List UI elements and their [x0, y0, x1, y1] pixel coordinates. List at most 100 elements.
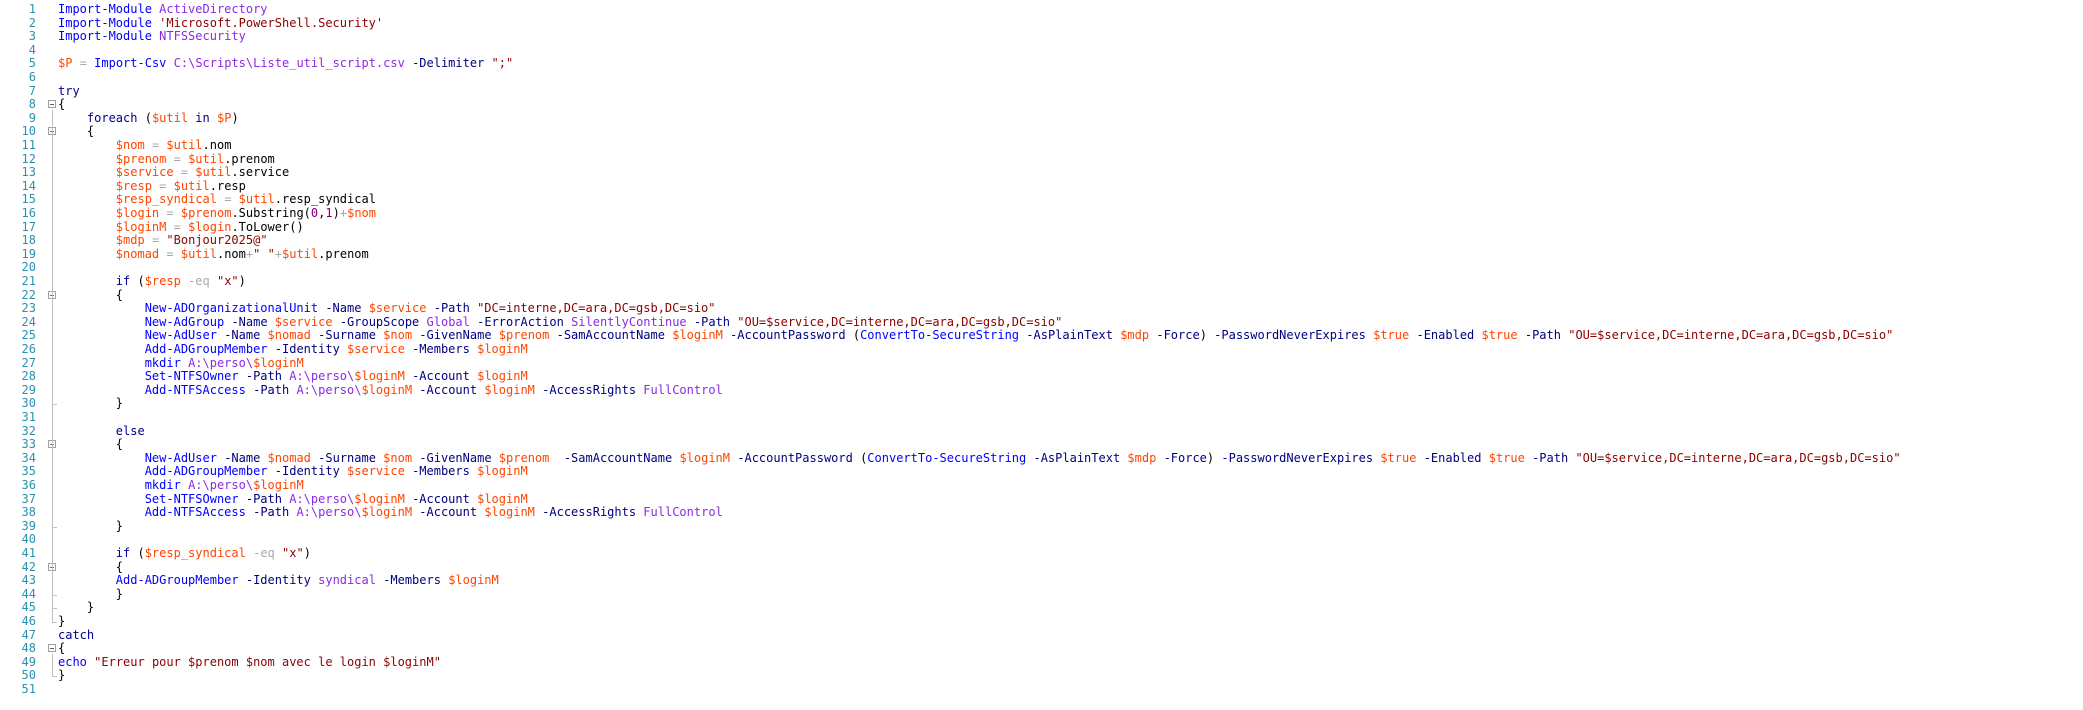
collapse-region-icon[interactable]: [48, 100, 56, 109]
code-line[interactable]: 23 New-ADOrganizationalUnit -Name $servi…: [0, 301, 2083, 316]
line-number: 6: [28, 70, 36, 84]
code-line[interactable]: 37 Set-NTFSOwner -Path A:\perso\$loginM …: [0, 491, 2083, 507]
code-line[interactable]: 13 $service = $util.service: [0, 165, 2083, 180]
code-line[interactable]: 35 Add-ADGroupMember -Identity $service …: [0, 465, 2083, 479]
code-line[interactable]: 42 {: [0, 560, 2083, 575]
token-text: ): [332, 206, 340, 220]
code-line[interactable]: 15 $resp_syndical = $util.resp_syndical: [0, 193, 2083, 207]
token-variable: $service: [368, 301, 427, 316]
code-line[interactable]: 9 foreach ($util in $P): [0, 110, 2083, 126]
token-text: (: [852, 450, 868, 465]
code-line[interactable]: 5 $P = Import-Csv C:\Scripts\Liste_util_s…: [0, 57, 2083, 71]
code-text: else: [58, 423, 145, 439]
token-argument: Global: [426, 314, 470, 329]
code-line[interactable]: 33 {: [0, 437, 2083, 452]
code-line[interactable]: 18 $mdp = "Bonjour2025@": [0, 233, 2083, 248]
code-line[interactable]: 10 {: [0, 125, 2083, 139]
token-parameter: -GroupScope: [339, 314, 420, 329]
token-parameter: -AccessRights: [542, 382, 637, 397]
token-text: }: [58, 668, 66, 683]
code-editor[interactable]: 1 Import-Module ActiveDirectory 2 Import-Mo…: [0, 0, 2083, 710]
code-line[interactable]: 43 Add-ADGroupMember -Identity syndical …: [0, 573, 2083, 588]
code-line[interactable]: 8{: [0, 97, 2083, 112]
code-line[interactable]: 25 New-AdUser -Name $nomad -Surname $nom…: [0, 329, 2083, 343]
token-variable: $true: [1380, 450, 1417, 465]
line-number: 25: [21, 328, 36, 343]
token-command: Import-Csv: [94, 56, 167, 71]
code-line[interactable]: 39 }: [0, 519, 2083, 534]
code-line[interactable]: 32 else: [0, 423, 2083, 439]
code-line[interactable]: 14 $resp = $util.resp: [0, 178, 2083, 194]
code-line[interactable]: 19 $nomad = $util.nom+" "+$util.prenom: [0, 247, 2083, 262]
line-number: 27: [21, 355, 36, 370]
token-variable: $loginM: [477, 491, 528, 506]
line-number: 22: [21, 287, 36, 302]
code-line[interactable]: 4: [0, 42, 2083, 58]
token-keyword: else: [115, 423, 145, 438]
outline-end-tick: [52, 676, 57, 678]
outline-end-tick: [52, 404, 57, 406]
token-parameter: -Name: [224, 450, 261, 465]
code-line[interactable]: 3 Import-Module NTFSSecurity: [0, 29, 2083, 44]
code-line[interactable]: 38 Add-NTFSAccess -Path A:\perso\$loginM…: [0, 505, 2083, 520]
code-line[interactable]: 6: [0, 70, 2083, 85]
outline-guide: [52, 572, 53, 595]
code-text: Set-NTFSOwner -Path A:\perso\$loginM -Ac…: [58, 369, 528, 384]
code-line[interactable]: 36 mkdir A:\perso\$loginM: [0, 478, 2083, 493]
code-line[interactable]: 46}: [0, 614, 2083, 629]
code-line[interactable]: 34 New-AdUser -Name $nomad -Surname $nom…: [0, 450, 2083, 466]
line-number: 46: [21, 614, 36, 628]
token-command: Add-NTFSAccess: [144, 382, 246, 397]
collapse-region-icon[interactable]: [48, 644, 56, 653]
token-keyword: in: [195, 110, 210, 125]
token-parameter: -GivenName: [419, 328, 492, 343]
line-number: 7: [28, 83, 36, 98]
code-line[interactable]: 51: [0, 682, 2083, 697]
code-line[interactable]: 49 echo "Erreur pour $prenom $nom avec le…: [0, 655, 2083, 670]
code-line[interactable]: 16 $login = $prenom.Substring(0,1)+$nom: [0, 206, 2083, 221]
code-line[interactable]: 31: [0, 410, 2083, 425]
code-line[interactable]: 17 $loginM = $login.ToLower(): [0, 220, 2083, 235]
code-line[interactable]: 12 $prenom = $util.prenom: [0, 151, 2083, 167]
code-line[interactable]: 26 Add-ADGroupMember -Identity $service …: [0, 342, 2083, 357]
code-line[interactable]: 44 }: [0, 587, 2083, 602]
code-line[interactable]: 28 Set-NTFSOwner -Path A:\perso\$loginM …: [0, 369, 2083, 384]
code-line[interactable]: 30 }: [0, 397, 2083, 411]
token-operator: -eq: [253, 546, 275, 560]
token-parameter: -Delimiter: [412, 56, 485, 71]
token-variable: $nom: [347, 206, 376, 220]
code-line[interactable]: 29 Add-NTFSAccess -Path A:\perso\$loginM…: [0, 382, 2083, 398]
code-line[interactable]: 27 mkdir A:\perso\$loginM: [0, 355, 2083, 371]
code-line[interactable]: 2 Import-Module 'Microsoft.PowerShell.Sec…: [0, 16, 2083, 31]
code-text: $mdp = "Bonjour2025@": [58, 233, 268, 248]
token-variable: $P: [58, 56, 73, 71]
line-number: 12: [21, 151, 36, 166]
code-line[interactable]: 1 Import-Module ActiveDirectory: [0, 2, 2083, 17]
code-line[interactable]: 20: [0, 261, 2083, 275]
code-line[interactable]: 47 catch: [0, 628, 2083, 643]
token-parameter: -Name: [231, 314, 268, 329]
code-line[interactable]: 50}: [0, 669, 2083, 683]
code-line[interactable]: 48 {: [0, 641, 2083, 656]
code-line[interactable]: 22 {: [0, 287, 2083, 303]
code-text: {: [58, 288, 123, 303]
code-line[interactable]: 24 New-AdGroup -Name $service -GroupScop…: [0, 314, 2083, 330]
code-line[interactable]: 7 try: [0, 83, 2083, 99]
code-line[interactable]: 11 $nom = $util.nom: [0, 138, 2083, 153]
line-number: 4: [28, 42, 36, 57]
token-text: .prenom: [224, 151, 275, 166]
code-line[interactable]: 41 if ($resp_syndical -eq "x"): [0, 546, 2083, 561]
line-number: 14: [21, 178, 36, 193]
token-variable: $service: [347, 464, 405, 479]
code-line[interactable]: 21 if ($resp -eq "x"): [0, 274, 2083, 289]
code-line[interactable]: 45 }: [0, 601, 2083, 615]
code-line[interactable]: 40: [0, 533, 2083, 547]
